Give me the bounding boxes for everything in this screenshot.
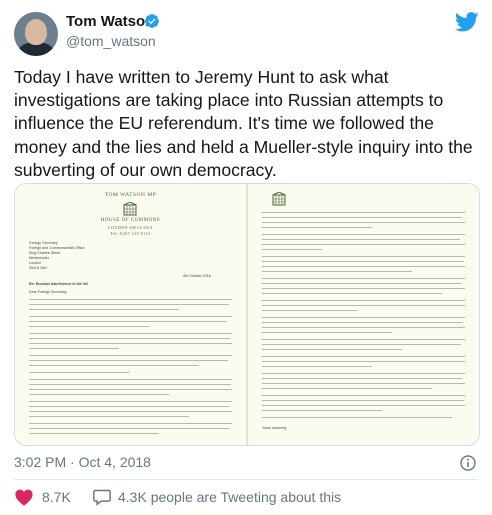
twitter-bird-icon[interactable]	[455, 12, 479, 32]
letter-mp-header: TOM WATSON MP	[104, 192, 157, 198]
divider	[14, 479, 478, 480]
letter-addressee-0: Foreign Secretary	[29, 241, 58, 245]
letter-subject: Re: Russian interference in the UK	[29, 282, 89, 286]
letter-addressee-5: SW1A 2AH	[29, 266, 47, 270]
heart-icon[interactable]	[14, 488, 34, 506]
timestamp-separator: ·	[70, 454, 75, 470]
tweet-date: Oct 4, 2018	[78, 454, 151, 470]
tweet-text: Today I have written to Jeremy Hunt to a…	[14, 67, 473, 180]
letter-page-1: TOM WATSON MP HOUSE OF COMMONS LONDON SW…	[15, 184, 246, 445]
portcullis-crest-icon	[123, 202, 137, 216]
letter-salutation: Dear Foreign Secretary,	[29, 290, 68, 294]
avatar[interactable]	[14, 12, 58, 56]
speech-bubble-icon[interactable]	[92, 488, 112, 506]
info-icon[interactable]	[460, 455, 476, 471]
letter-house: HOUSE OF COMMONS	[100, 218, 161, 223]
verified-badge-icon	[144, 14, 159, 28]
tweet-timestamp[interactable]: 3:02 PM · Oct 4, 2018	[14, 454, 151, 470]
letter-addressee-4: London	[29, 261, 41, 265]
tweet-card: Tom Watson @tom_watson Today I have writ…	[0, 0, 492, 515]
people-tweeting-link[interactable]: 4.3K people are Tweeting about this	[118, 489, 341, 505]
likes-count[interactable]: 8.7K	[42, 489, 71, 505]
letter-tel: Tel: 0207 219 8123	[110, 231, 151, 236]
letter-image[interactable]: TOM WATSON MP HOUSE OF COMMONS LONDON SW…	[14, 183, 480, 446]
author-name[interactable]: Tom Watson	[66, 13, 154, 30]
letter-addressee-1: Foreign and Commonwealth Office	[29, 246, 85, 250]
letter-signoff: Yours sincerely,	[262, 426, 287, 430]
letter-date: 4th October 2018	[183, 274, 211, 278]
letter-addressee-3: Westminster	[29, 256, 49, 260]
letter-page-2: Yours sincerely,	[248, 184, 479, 445]
author-handle[interactable]: @tom_watson	[66, 33, 156, 49]
letter-addressee-2: King Charles Street	[29, 251, 61, 255]
portcullis-crest-icon	[272, 192, 286, 206]
letter-city: LONDON SW1A 0AA	[108, 225, 153, 230]
tweet-time: 3:02 PM	[14, 454, 67, 470]
